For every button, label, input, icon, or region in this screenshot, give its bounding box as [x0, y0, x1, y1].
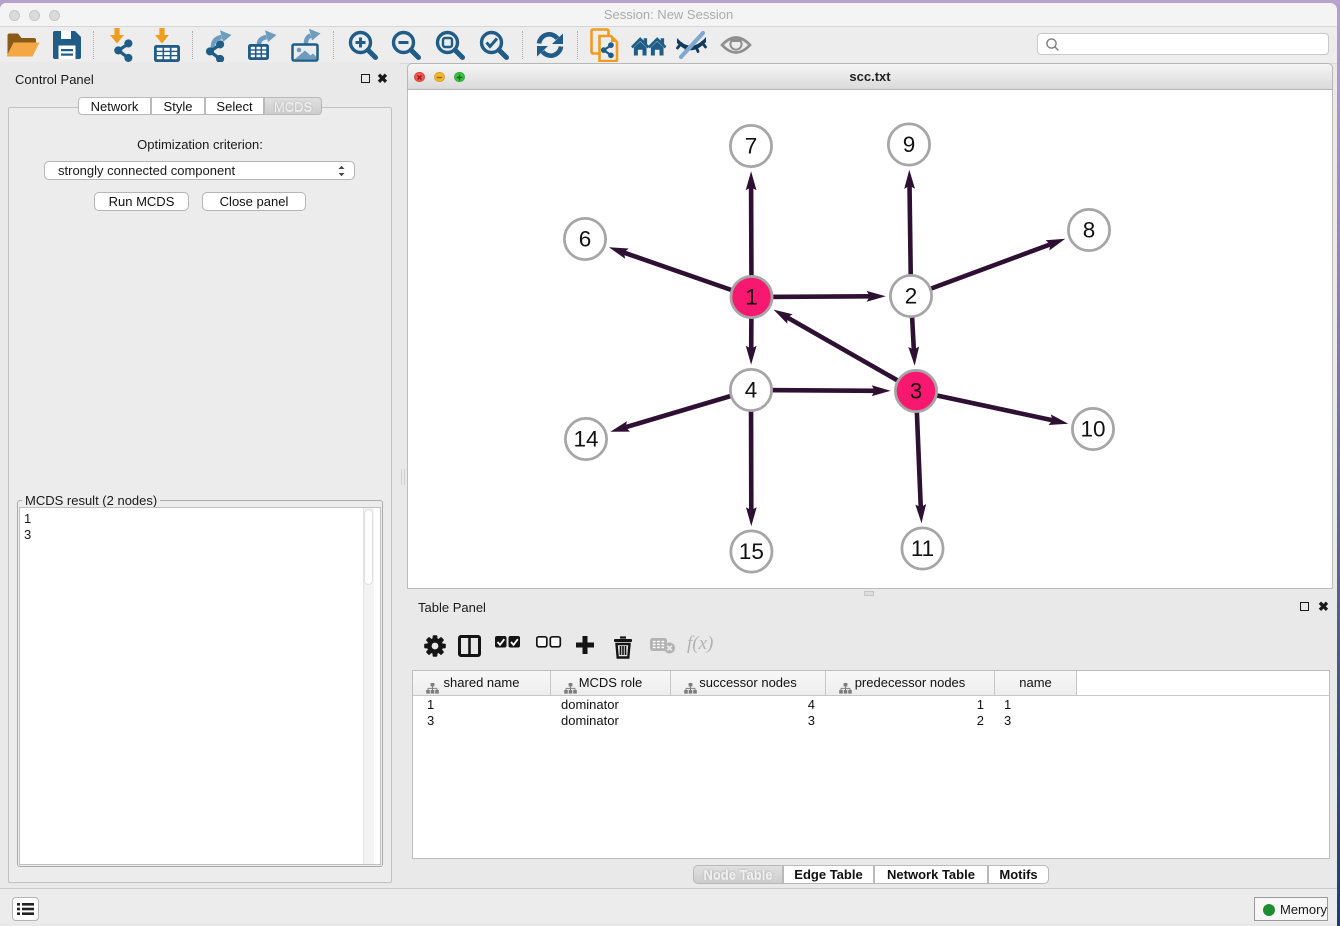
- svg-text:8: 8: [1083, 217, 1096, 242]
- svg-text:15: 15: [739, 539, 764, 564]
- svg-text:2: 2: [905, 283, 918, 308]
- svg-text:3: 3: [910, 378, 923, 403]
- svg-text:14: 14: [573, 426, 598, 451]
- svg-text:7: 7: [745, 133, 758, 158]
- svg-text:4: 4: [745, 377, 758, 402]
- svg-text:6: 6: [579, 226, 592, 251]
- svg-text:10: 10: [1080, 416, 1105, 441]
- svg-text:11: 11: [911, 536, 934, 561]
- svg-text:1: 1: [745, 284, 758, 309]
- svg-text:9: 9: [903, 132, 916, 157]
